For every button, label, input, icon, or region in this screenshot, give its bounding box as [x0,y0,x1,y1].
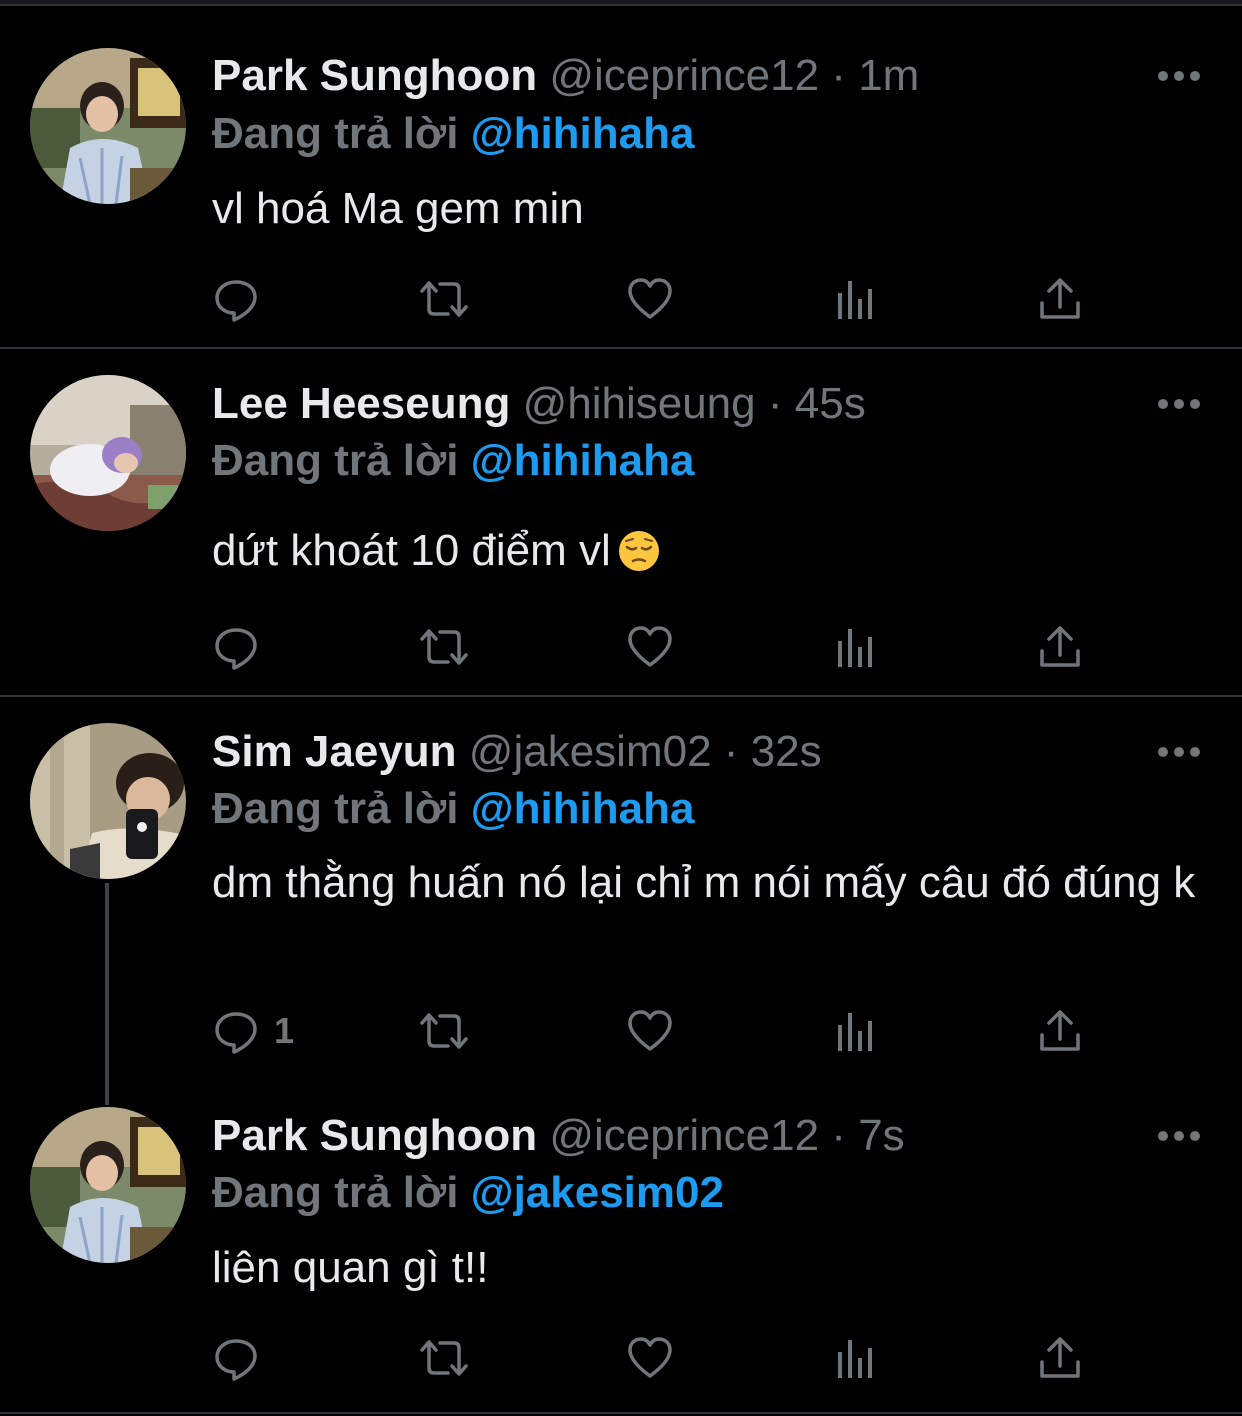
replying-to-label: Đang trả lời [212,1168,459,1217]
thread-connector [105,883,109,1081]
tweet-header: Lee Heeseung @hihiseung · 45s [212,376,866,432]
share-icon [1040,626,1080,667]
retweet-icon [420,1013,468,1049]
like-button[interactable] [626,622,674,672]
like-button[interactable] [626,1333,674,1383]
separator-dot: · [767,379,783,428]
reply-mention-link[interactable]: @hihihaha [471,784,695,833]
share-icon [1040,1337,1080,1378]
tweet-3[interactable]: Sim Jaeyun @jakesim02 · 32s Đang trả lời… [0,697,1242,1081]
replying-to-label: Đang trả lời [212,436,459,485]
pensive-face-icon [618,531,659,571]
tweet-header: Sim Jaeyun @jakesim02 · 32s [212,724,822,780]
retweet-icon [420,1340,468,1376]
tweet-2[interactable]: Lee Heeseung @hihiseung · 45s Đang trả l… [0,349,1242,696]
display-name[interactable]: Sim Jaeyun [212,727,457,776]
replying-to-line: Đang trả lời @jakesim02 [212,1165,724,1221]
reply-icon [215,1339,257,1381]
user-handle[interactable]: @iceprince12 [549,51,819,100]
separator-dot: · [831,1111,846,1160]
replying-to-line: Đang trả lời @hihihaha [212,106,694,162]
reply-mention-link[interactable]: @jakesim02 [471,1168,724,1217]
display-name[interactable]: Lee Heeseung [212,379,510,428]
tweet-actions [212,622,1112,672]
tweet-text: dm thằng huấn nó lại chỉ m nói mấy câu đ… [212,858,1196,907]
retweet-button[interactable] [416,274,472,324]
analytics-button[interactable] [834,1006,878,1056]
share-button[interactable] [1038,1006,1082,1056]
retweet-button[interactable] [416,1333,472,1383]
tweet-actions [212,1333,1112,1383]
separator-dot: · [723,727,739,776]
tweet-text: vl hoá Ma gem min [212,184,584,233]
share-button[interactable] [1038,274,1082,324]
reply-mention-link[interactable]: @hihihaha [471,436,695,485]
analytics-icon [838,1340,872,1378]
display-name[interactable]: Park Sunghoon [212,51,537,100]
tweet-text: liên quan gì t!! [212,1243,489,1292]
reply-button[interactable] [212,274,274,324]
avatar[interactable] [30,375,186,531]
tweet-actions: 1 [212,1006,1112,1056]
like-icon [628,1337,672,1378]
thread-connector [105,1081,109,1105]
share-icon [1040,278,1080,319]
like-button[interactable] [626,1006,674,1056]
retweet-icon [420,629,468,665]
analytics-button[interactable] [834,1333,878,1383]
replying-to-label: Đang trả lời [212,109,459,158]
analytics-icon [838,1013,872,1051]
tweet-divider [0,1412,1242,1414]
more-icon[interactable] [1156,1126,1202,1146]
reply-count: 1 [274,1010,295,1051]
reply-icon [215,1012,257,1054]
more-icon[interactable] [1156,394,1202,414]
tweet-text-container: dứt khoát 10 điểm vl [212,522,1202,580]
replying-to-line: Đang trả lời @hihihaha [212,781,694,837]
share-button[interactable] [1038,1333,1082,1383]
like-icon [628,278,672,319]
timestamp[interactable]: 1m [858,51,919,100]
separator-dot: · [831,51,846,100]
share-icon [1040,1010,1080,1051]
analytics-icon [838,281,872,319]
display-name[interactable]: Park Sunghoon [212,1111,537,1160]
reply-button[interactable] [212,1333,274,1383]
replying-to-line: Đang trả lời @hihihaha [212,433,694,489]
tweet-4[interactable]: Park Sunghoon @iceprince12 · 7s Đang trả… [0,1081,1242,1416]
avatar[interactable] [30,723,186,879]
timestamp[interactable]: 32s [751,727,822,776]
reply-button[interactable] [212,622,274,672]
reply-button[interactable]: 1 [212,1006,294,1056]
tweet-header: Park Sunghoon @iceprince12 · 7s [212,1108,905,1164]
user-handle[interactable]: @jakesim02 [469,727,712,776]
avatar[interactable] [30,1107,186,1263]
retweet-button[interactable] [416,622,472,672]
reply-mention-link[interactable]: @hihihaha [471,109,695,158]
avatar[interactable] [30,48,186,204]
like-button[interactable] [626,274,674,324]
tweet-header: Park Sunghoon @iceprince12 · 1m [212,48,919,104]
like-icon [628,1010,672,1051]
like-icon [628,626,672,667]
more-icon[interactable] [1156,66,1202,86]
reply-icon [215,628,257,670]
user-handle[interactable]: @iceprince12 [549,1111,819,1160]
retweet-button[interactable] [416,1006,472,1056]
retweet-icon [420,281,468,317]
replying-to-label: Đang trả lời [212,784,459,833]
timestamp[interactable]: 45s [795,379,866,428]
reply-icon [215,280,257,322]
share-button[interactable] [1038,622,1082,672]
timestamp[interactable]: 7s [858,1111,904,1160]
analytics-button[interactable] [834,274,878,324]
tweet-text: dứt khoát 10 điểm vl [212,526,611,575]
analytics-button[interactable] [834,622,878,672]
user-handle[interactable]: @hihiseung [523,379,756,428]
tweet-actions [212,274,1112,324]
tweet-1[interactable]: Park Sunghoon @iceprince12 · 1m Đang trả… [0,0,1242,348]
more-icon[interactable] [1156,742,1202,762]
analytics-icon [838,629,872,667]
